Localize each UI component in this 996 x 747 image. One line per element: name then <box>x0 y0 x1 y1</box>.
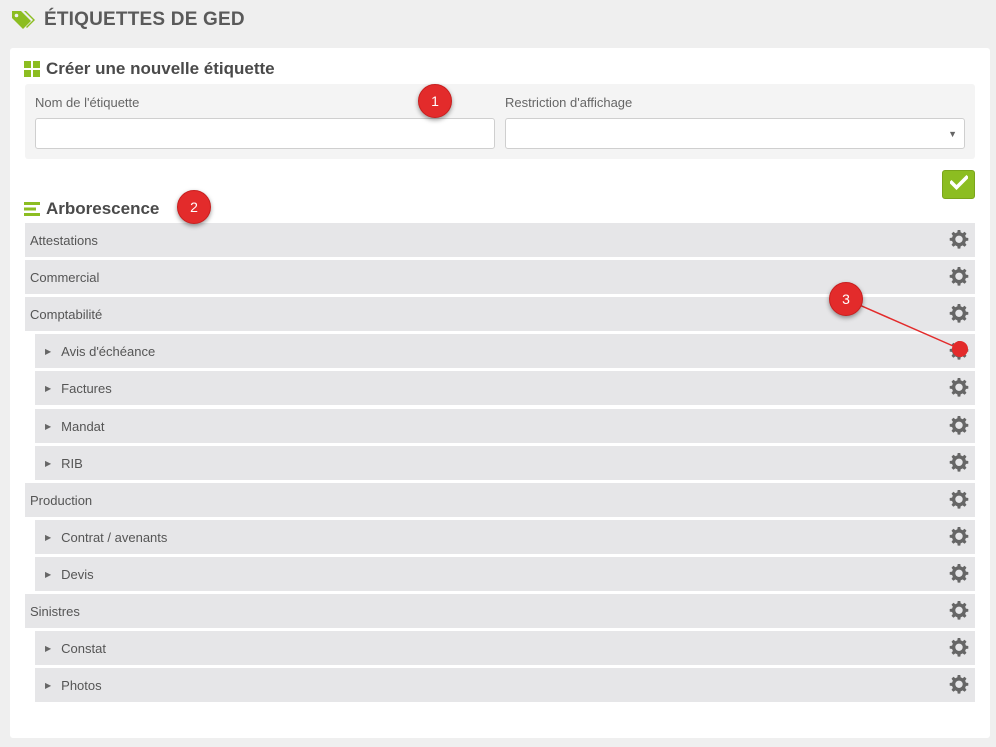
gear-icon[interactable] <box>949 415 969 435</box>
create-section-title: Créer une nouvelle étiquette <box>24 59 275 79</box>
tree-row[interactable]: ▶ Devis <box>35 557 975 591</box>
tree-row[interactable]: ▶ Contrat / avenants <box>35 520 975 554</box>
tree-row-label: Avis d'échéance <box>61 343 156 359</box>
main-panel: Créer une nouvelle étiquette Nom de l'ét… <box>10 48 990 738</box>
tree-row[interactable]: ▶ RIB <box>35 446 975 480</box>
caret-right-icon[interactable]: ▶ <box>45 347 51 356</box>
tree-row-label: Devis <box>61 566 94 582</box>
tree-row[interactable]: ▶ Constat <box>35 631 975 665</box>
restriction-select[interactable]: ▼ <box>505 118 965 149</box>
gear-icon[interactable] <box>949 600 969 620</box>
tree-row-label: RIB <box>61 455 83 471</box>
tree-row-label: Factures <box>61 380 112 396</box>
gear-icon[interactable] <box>949 266 969 286</box>
grid-icon <box>24 61 40 77</box>
gear-icon[interactable] <box>949 340 969 360</box>
tree-row[interactable]: Attestations <box>25 223 975 257</box>
caret-down-icon: ▼ <box>948 129 957 139</box>
name-input[interactable] <box>35 118 495 149</box>
tree-section-title: Arborescence <box>24 199 159 219</box>
gear-icon[interactable] <box>949 563 969 583</box>
caret-right-icon[interactable]: ▶ <box>45 459 51 468</box>
gear-icon[interactable] <box>949 674 969 694</box>
gear-icon[interactable] <box>949 377 969 397</box>
annotation-marker-1: 1 <box>418 84 452 118</box>
caret-right-icon[interactable]: ▶ <box>45 644 51 653</box>
tree-row-label: Contrat / avenants <box>61 529 168 545</box>
tree-row[interactable]: ▶ Factures <box>35 371 975 405</box>
gear-icon[interactable] <box>949 489 969 509</box>
tree-row-label: Mandat <box>61 418 105 434</box>
tree-row[interactable]: ▶ Mandat <box>35 409 975 443</box>
gear-icon[interactable] <box>949 637 969 657</box>
tree-row-label: Sinistres <box>30 603 80 619</box>
tree-row-label: Comptabilité <box>30 306 103 322</box>
create-form: Nom de l'étiquette Restriction d'afficha… <box>25 84 975 159</box>
annotation-marker-3: 3 <box>829 282 863 316</box>
tree-row[interactable]: Sinistres <box>25 594 975 628</box>
caret-right-icon[interactable]: ▶ <box>45 570 51 579</box>
page-header: ÉTIQUETTES DE GED <box>0 0 996 40</box>
restriction-label: Restriction d'affichage <box>505 95 633 110</box>
tree-row-label: Attestations <box>30 232 98 248</box>
name-label: Nom de l'étiquette <box>35 95 140 110</box>
gear-icon[interactable] <box>949 229 969 249</box>
tree-row-label: Photos <box>61 677 102 693</box>
bars-icon <box>24 201 40 217</box>
tree-row[interactable]: ▶ Photos <box>35 668 975 702</box>
tree-section-label: Arborescence <box>46 199 160 218</box>
caret-right-icon[interactable]: ▶ <box>45 422 51 431</box>
tree-row-label: Commercial <box>30 269 100 285</box>
confirm-button[interactable] <box>942 170 975 199</box>
caret-right-icon[interactable]: ▶ <box>45 533 51 542</box>
tree-row-label: Production <box>30 492 93 508</box>
caret-right-icon[interactable]: ▶ <box>45 681 51 690</box>
tree-row[interactable]: Production <box>25 483 975 517</box>
page-title: ÉTIQUETTES DE GED <box>44 9 245 30</box>
gear-icon[interactable] <box>949 526 969 546</box>
tree-row-label: Constat <box>61 640 106 656</box>
check-icon <box>948 174 969 195</box>
gear-icon[interactable] <box>949 303 969 323</box>
create-section-label: Créer une nouvelle étiquette <box>46 59 275 78</box>
annotation-marker-2: 2 <box>177 190 211 224</box>
tag-icon <box>10 9 36 31</box>
gear-icon[interactable] <box>949 452 969 472</box>
tree-row[interactable]: ▶ Avis d'échéance <box>35 334 975 368</box>
caret-right-icon[interactable]: ▶ <box>45 384 51 393</box>
